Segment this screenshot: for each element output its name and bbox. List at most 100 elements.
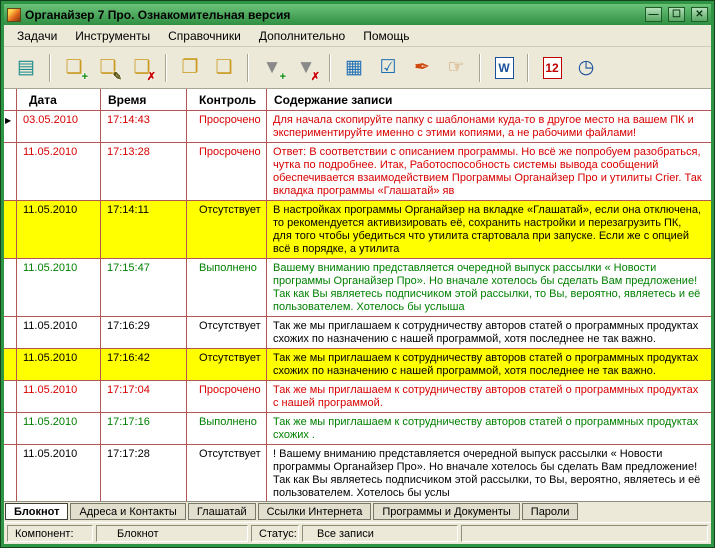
add-note-icon[interactable]: ❏ +: [58, 52, 90, 84]
header-control[interactable]: Контроль: [187, 89, 267, 110]
tasks-check-icon[interactable]: ☑: [372, 52, 404, 84]
tab-programs-documents[interactable]: Программы и Документы: [373, 503, 520, 520]
notes-list-icon-glyph: ❑: [215, 57, 233, 78]
statusbar-filler: [461, 525, 708, 542]
notes-list-icon[interactable]: ❑: [208, 52, 240, 84]
cell-date: 11.05.2010: [17, 349, 101, 380]
app-window: Органайзер 7 Про. Ознакомительная версия…: [0, 0, 715, 548]
cell-date: 03.05.2010: [17, 111, 101, 142]
app-icon: [7, 7, 21, 22]
header-indicator: [4, 89, 17, 110]
clock-icon[interactable]: ◷: [570, 52, 602, 84]
status-bar: Компонент: Блокнот Статус: Все записи: [4, 522, 711, 544]
basket-icon[interactable]: ▤: [10, 52, 42, 84]
cell-date: 11.05.2010: [17, 259, 101, 316]
status-label: Статус:: [251, 525, 299, 542]
table-row[interactable]: 11.05.2010 17:13:28 Просрочено Ответ: В соо…: [4, 143, 711, 201]
word-export-icon-glyph: W: [494, 56, 514, 79]
title-bar[interactable]: Органайзер 7 Про. Ознакомительная версия…: [4, 4, 711, 25]
toolbar-separator: [247, 53, 249, 82]
table-row[interactable]: 11.05.2010 17:17:04 Просрочено Так же мы пр…: [4, 381, 711, 413]
calendar-icon[interactable]: 12: [536, 52, 568, 84]
cell-control: Выполнено: [187, 413, 267, 444]
archive-box-icon[interactable]: ▦: [338, 52, 370, 84]
cell-content: Вашему вниманию представляется очередной…: [273, 262, 701, 313]
toolbar-separator: [49, 53, 51, 82]
header-time[interactable]: Время: [101, 89, 187, 110]
filter-remove-icon-badge: ✗: [310, 70, 320, 83]
toolbar-separator: [527, 53, 529, 82]
calendar-icon-glyph: 12: [542, 56, 562, 79]
toolbar-separator: [165, 53, 167, 82]
delete-note-icon[interactable]: ❏ ✗: [126, 52, 158, 84]
archive-box-icon-glyph: ▦: [345, 57, 363, 78]
hand-pointer-icon[interactable]: ☞: [440, 52, 472, 84]
tasks-check-icon-glyph: ☑: [379, 57, 397, 78]
tab-herald[interactable]: Глашатай: [187, 503, 256, 520]
cell-date: 11.05.2010: [17, 445, 101, 501]
word-export-icon[interactable]: W: [488, 52, 520, 84]
row-indicator: [4, 445, 17, 501]
tab-internet-links[interactable]: Ссылки Интернета: [257, 503, 372, 520]
menu-additional[interactable]: Дополнительно: [250, 26, 354, 46]
component-value: Блокнот: [96, 525, 248, 542]
cell-date: 11.05.2010: [17, 143, 101, 200]
close-button[interactable]: ✕: [691, 7, 708, 22]
filter-add-icon[interactable]: ▼ +: [256, 52, 288, 84]
cell-content: Так же мы приглашаем к сотрудничеству ав…: [273, 352, 699, 377]
component-tabs: Блокнот Адреса и Контакты Глашатай Ссылки И…: [4, 501, 711, 522]
grid-body: ▶ 03.05.2010 17:14:43 Просрочено Для начала …: [4, 111, 711, 501]
table-row[interactable]: 11.05.2010 17:16:29 Отсутствует Так же мы п…: [4, 317, 711, 349]
maximize-button[interactable]: ☐: [668, 7, 685, 22]
table-row[interactable]: ▶ 03.05.2010 17:14:43 Просрочено Для начала …: [4, 111, 711, 143]
cell-time: 17:17:16: [101, 413, 187, 444]
cell-content: Так же мы приглашаем к сотрудничеству ав…: [273, 384, 699, 409]
delete-note-icon-badge: ✗: [146, 70, 156, 83]
row-indicator: [4, 317, 17, 348]
cell-time: 17:16:42: [101, 349, 187, 380]
cell-date: 11.05.2010: [17, 413, 101, 444]
tab-addresses-contacts[interactable]: Адреса и Контакты: [70, 503, 186, 520]
table-row[interactable]: 11.05.2010 17:17:16 Выполнено Так же мы при…: [4, 413, 711, 445]
tab-notebook[interactable]: Блокнот: [5, 503, 69, 520]
filter-remove-icon[interactable]: ▼ ✗: [290, 52, 322, 84]
row-indicator: [4, 259, 17, 316]
stamp-icon[interactable]: ✒: [406, 52, 438, 84]
cell-date: 11.05.2010: [17, 201, 101, 258]
menu-tasks[interactable]: Задачи: [8, 26, 66, 46]
status-value: Все записи: [302, 525, 458, 542]
tab-passwords[interactable]: Пароли: [521, 503, 579, 520]
minimize-button[interactable]: —: [645, 7, 662, 22]
add-note-icon-badge: +: [81, 70, 88, 83]
records-grid: Дата Время Контроль Содержание записи ▶ 0…: [4, 89, 711, 501]
table-row[interactable]: 11.05.2010 17:15:47 Выполнено Вашему вниман…: [4, 259, 711, 317]
menu-bar: Задачи Инструменты Справочники Дополнительн…: [4, 25, 711, 47]
cell-control: Просрочено: [187, 381, 267, 412]
menu-help[interactable]: Помощь: [354, 26, 418, 46]
cell-control: Просрочено: [187, 143, 267, 200]
cell-content: Так же мы приглашаем к сотрудничеству ав…: [273, 416, 699, 441]
row-indicator: [4, 349, 17, 380]
menu-references[interactable]: Справочники: [159, 26, 250, 46]
table-row[interactable]: 11.05.2010 17:16:42 Отсутствует Так же мы п…: [4, 349, 711, 381]
table-row[interactable]: 11.05.2010 17:17:28 Отсутствует! Вашему вн…: [4, 445, 711, 501]
table-row[interactable]: 11.05.2010 17:14:11 Отсутствует В настройка…: [4, 201, 711, 259]
cell-control: Отсутствует: [187, 201, 267, 258]
header-content[interactable]: Содержание записи: [267, 89, 711, 110]
header-date[interactable]: Дата: [17, 89, 101, 110]
menu-tools[interactable]: Инструменты: [66, 26, 159, 46]
cell-time: 17:16:29: [101, 317, 187, 348]
cell-control: Отсутствует: [187, 349, 267, 380]
edit-note-icon[interactable]: ❏ ✎: [92, 52, 124, 84]
row-indicator: [4, 413, 17, 444]
toolbar-separator: [479, 53, 481, 82]
cell-time: 17:14:11: [101, 201, 187, 258]
cell-date: 11.05.2010: [17, 381, 101, 412]
cell-time: 17:17:28: [101, 445, 187, 501]
copy-note-icon[interactable]: ❐: [174, 52, 206, 84]
row-indicator: [4, 381, 17, 412]
cell-time: 17:14:43: [101, 111, 187, 142]
cell-time: 17:15:47: [101, 259, 187, 316]
cell-content: Ответ: В соответствии с описанием програ…: [273, 146, 702, 197]
basket-icon-glyph: ▤: [17, 57, 35, 78]
